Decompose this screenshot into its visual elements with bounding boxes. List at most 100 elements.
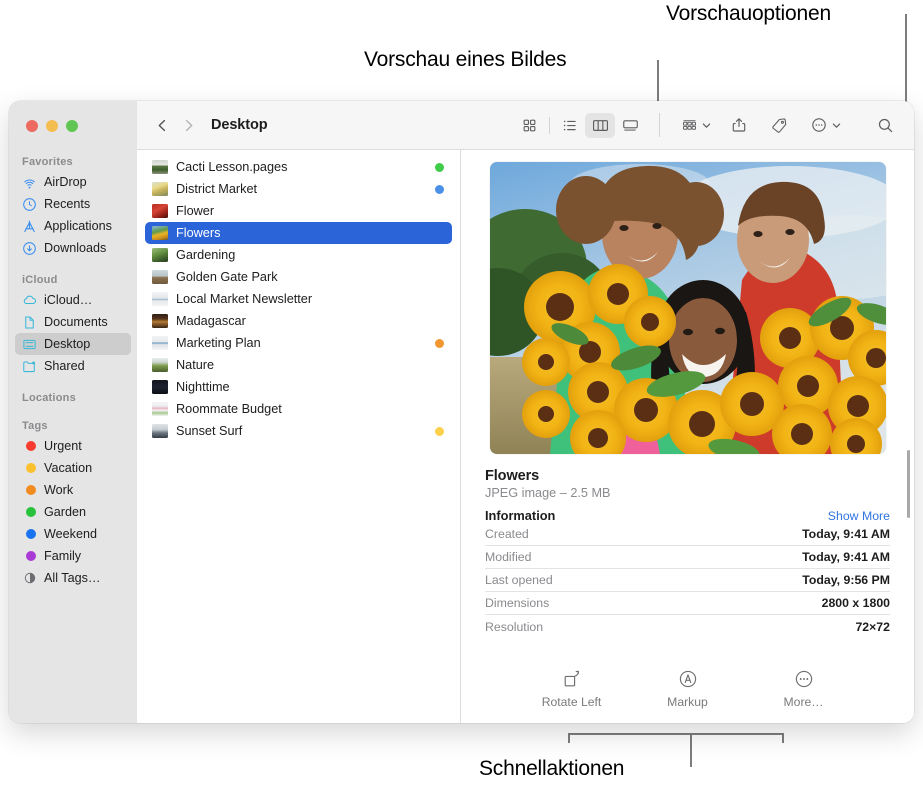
zoom-button[interactable] <box>66 120 78 132</box>
sidebar-item-airdrop[interactable]: AirDrop <box>15 171 131 193</box>
list-view-button[interactable] <box>555 113 585 138</box>
callout-preview-options: Vorschauoptionen <box>666 2 831 26</box>
quick-action-more[interactable]: More… <box>766 668 842 709</box>
minimize-button[interactable] <box>46 120 58 132</box>
file-tag-dot <box>435 339 444 348</box>
action-group <box>674 113 900 138</box>
toolbar-divider <box>549 117 550 134</box>
sunflower-photo-graphic <box>490 162 886 454</box>
file-name: Local Market Newsletter <box>176 292 427 306</box>
bracket-top-quick-actions <box>568 733 784 735</box>
file-name: Sunset Surf <box>176 424 427 438</box>
sidebar-item-tag-vacation[interactable]: Vacation <box>15 457 131 479</box>
toolbar: Desktop <box>137 101 914 150</box>
info-key: Modified <box>485 550 531 564</box>
preview-image-container <box>473 162 902 454</box>
view-mode-group <box>514 113 645 138</box>
preview-title: Flowers <box>485 468 890 484</box>
tag-dot-icon <box>22 461 37 476</box>
toolbar-divider <box>659 113 660 137</box>
tag-dot-icon <box>22 483 37 498</box>
image-icon <box>152 358 168 372</box>
file-row-cacti-lesson[interactable]: Cacti Lesson.pages <box>145 156 452 178</box>
sidebar-item-desktop[interactable]: Desktop <box>15 333 131 355</box>
image-icon <box>152 204 168 218</box>
group-by-button[interactable] <box>674 113 704 138</box>
sidebar-section-favorites-title: Favorites <box>9 150 137 171</box>
sidebar-item-label: Urgent <box>44 439 82 453</box>
file-row-nature[interactable]: Nature <box>145 354 452 376</box>
icon-view-button[interactable] <box>514 113 544 138</box>
sidebar-item-label: Family <box>44 549 81 563</box>
cloud-icon <box>22 293 37 308</box>
image-icon <box>152 248 168 262</box>
sidebar-item-recents[interactable]: Recents <box>15 193 131 215</box>
sidebar-item-label: All Tags… <box>44 571 100 585</box>
file-row-flower[interactable]: Flower <box>145 200 452 222</box>
file-name: Gardening <box>176 248 427 262</box>
preview-subtitle: JPEG image – 2.5 MB <box>485 486 890 500</box>
file-row-flowers[interactable]: Flowers <box>145 222 452 244</box>
sidebar-item-tag-family[interactable]: Family <box>15 545 131 567</box>
file-row-golden-gate-park[interactable]: Golden Gate Park <box>145 266 452 288</box>
file-row-nighttime[interactable]: Nighttime <box>145 376 452 398</box>
sidebar-item-tag-weekend[interactable]: Weekend <box>15 523 131 545</box>
file-row-district-market[interactable]: District Market <box>145 178 452 200</box>
sidebar-item-tag-garden[interactable]: Garden <box>15 501 131 523</box>
sidebar-item-label: Garden <box>44 505 86 519</box>
file-tag-dot <box>435 273 444 282</box>
file-list-column[interactable]: Cacti Lesson.pages District Market Flowe… <box>137 150 461 723</box>
clock-icon <box>22 197 37 212</box>
information-heading: Information <box>485 508 555 523</box>
desktop-icon <box>22 337 37 352</box>
file-row-roommate-budget[interactable]: Roommate Budget <box>145 398 452 420</box>
file-tag-dot <box>435 251 444 260</box>
quick-action-rotate-left[interactable]: Rotate Left <box>534 668 610 709</box>
quick-actions-bar: Rotate Left Markup <box>473 662 902 723</box>
file-row-madagascar[interactable]: Madagascar <box>145 310 452 332</box>
file-row-local-market-newsletter[interactable]: Local Market Newsletter <box>145 288 452 310</box>
sidebar-item-label: Applications <box>44 219 112 233</box>
sidebar-item-icloud[interactable]: iCloud… <box>15 289 131 311</box>
forward-button[interactable] <box>175 112 201 138</box>
chevron-down-icon[interactable] <box>701 120 712 131</box>
show-more-link[interactable]: Show More <box>828 509 890 523</box>
back-button[interactable] <box>149 112 175 138</box>
share-button[interactable] <box>724 113 754 138</box>
sidebar-item-all-tags[interactable]: All Tags… <box>15 567 131 589</box>
tag-dot-icon <box>22 527 37 542</box>
file-row-sunset-surf[interactable]: Sunset Surf <box>145 420 452 442</box>
preview-image[interactable] <box>490 162 886 454</box>
file-name: Roommate Budget <box>176 402 427 416</box>
preview-scrollbar[interactable] <box>907 450 910 518</box>
file-tag-dot <box>435 295 444 304</box>
preview-pane: Flowers JPEG image – 2.5 MB Information … <box>461 150 914 723</box>
tags-button[interactable] <box>764 113 794 138</box>
column-view-button[interactable] <box>585 113 615 138</box>
gallery-view-button[interactable] <box>615 113 645 138</box>
quick-action-markup[interactable]: Markup <box>650 668 726 709</box>
file-row-marketing-plan[interactable]: Marketing Plan <box>145 332 452 354</box>
sidebar-item-applications[interactable]: Applications <box>15 215 131 237</box>
sidebar-item-shared[interactable]: Shared <box>15 355 131 377</box>
file-tag-dot <box>435 427 444 436</box>
info-row-dimensions: Dimensions 2800 x 1800 <box>485 592 890 615</box>
shared-folder-icon <box>22 359 37 374</box>
file-row-gardening[interactable]: Gardening <box>145 244 452 266</box>
file-name: Golden Gate Park <box>176 270 427 284</box>
sidebar-item-documents[interactable]: Documents <box>15 311 131 333</box>
sidebar-item-downloads[interactable]: Downloads <box>15 237 131 259</box>
search-button[interactable] <box>870 113 900 138</box>
sidebar-item-label: Documents <box>44 315 108 329</box>
close-button[interactable] <box>26 120 38 132</box>
info-value: Today, 9:41 AM <box>802 550 890 564</box>
info-row-resolution: Resolution 72×72 <box>485 615 890 638</box>
more-button[interactable] <box>804 113 834 138</box>
sidebar-item-tag-urgent[interactable]: Urgent <box>15 435 131 457</box>
breadcrumb[interactable]: Desktop <box>211 117 268 133</box>
sidebar-item-tag-work[interactable]: Work <box>15 479 131 501</box>
file-tag-dot <box>435 229 444 238</box>
chevron-down-icon[interactable] <box>831 120 842 131</box>
quick-action-label: More… <box>784 695 824 709</box>
tag-dot-icon <box>22 505 37 520</box>
